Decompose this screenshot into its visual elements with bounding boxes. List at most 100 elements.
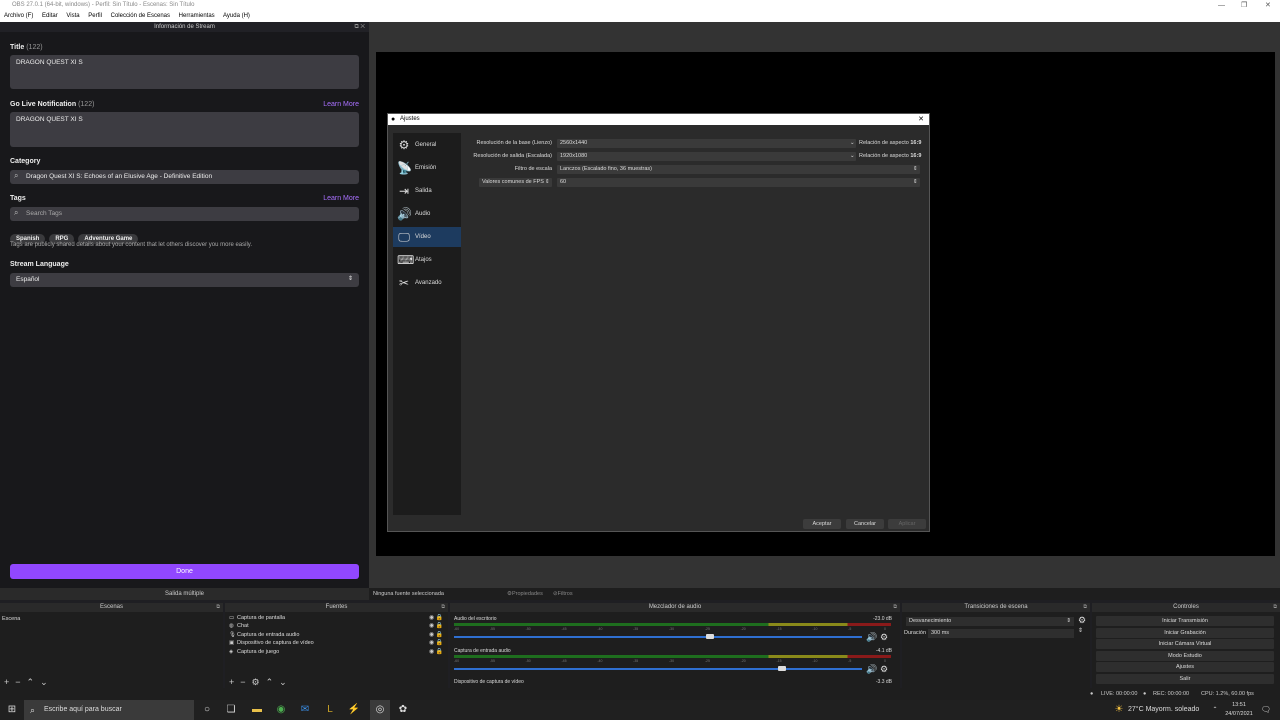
menu-coleccion-escenas[interactable]: Colección de Escenas bbox=[111, 13, 170, 19]
move-up-icon[interactable]: ⌃ bbox=[27, 677, 35, 687]
remove-icon[interactable]: − bbox=[240, 677, 245, 687]
add-icon[interactable]: + bbox=[229, 677, 234, 687]
transition-type-select[interactable]: Desvanecimiento ⇕ bbox=[906, 617, 1074, 626]
start-virtual-camera-button[interactable]: Iniciar Cámara Virtual bbox=[1096, 639, 1274, 649]
fps-type-select[interactable]: Valores comunes de FPS bbox=[479, 178, 552, 187]
rec-indicator-icon: ● bbox=[1143, 691, 1147, 697]
gear-icon[interactable]: ⚙ bbox=[1078, 615, 1086, 626]
start-streaming-button[interactable]: Iniciar Transmisión bbox=[1096, 616, 1274, 626]
menu-ayuda[interactable]: Ayuda (H) bbox=[223, 13, 250, 19]
menu-perfil[interactable]: Perfil bbox=[88, 13, 102, 19]
source-item[interactable]: ▭ Captura de pantalla ◉ 🔒 bbox=[229, 614, 443, 622]
stream-info-header: Información de Stream ⧉ ✕ bbox=[0, 22, 369, 32]
spin-arrows-icon[interactable]: ⇕ bbox=[1078, 627, 1083, 634]
menu-vista[interactable]: Vista bbox=[66, 13, 79, 19]
close-icon[interactable]: ✕ bbox=[918, 114, 924, 125]
sidebar-item-avanzado[interactable]: ✂ Avanzado bbox=[393, 273, 461, 293]
dock-float-icon[interactable]: ⧉ bbox=[893, 603, 897, 612]
close-icon[interactable]: ✕ bbox=[1265, 0, 1271, 11]
sidebar-item-atajos[interactable]: ⌨ Atajos bbox=[393, 250, 461, 270]
exit-button[interactable]: Salir bbox=[1096, 674, 1274, 684]
dock-float-icon[interactable]: ⧉ bbox=[441, 603, 445, 612]
title-input[interactable]: DRAGON QUEST XI S bbox=[10, 55, 359, 89]
weather-text[interactable]: 27°C Mayorm. soleado bbox=[1128, 700, 1208, 720]
window-title: OBS 27.0.1 (64-bit, windows) - Perfil: S… bbox=[12, 2, 195, 8]
menu-editar[interactable]: Editar bbox=[42, 13, 58, 19]
multi-output-dock-header: Salida múltiple bbox=[0, 588, 369, 600]
dock-float-icon[interactable]: ⧉ bbox=[216, 603, 220, 612]
sidebar-item-audio[interactable]: 🔊 Audio bbox=[393, 204, 461, 224]
notifications-icon[interactable]: 🗨 bbox=[1259, 700, 1273, 720]
source-item[interactable]: ◈ Captura de juego ◉ 🔒 bbox=[229, 648, 443, 656]
scenes-toolbar: + − ⌃ ⌄ bbox=[0, 677, 223, 688]
obs-icon[interactable]: ◎ bbox=[370, 700, 390, 720]
category-input[interactable]: ⌕ Dragon Quest XI S: Echoes of an Elusiv… bbox=[10, 170, 359, 184]
gamepad-icon: ◈ bbox=[229, 649, 234, 655]
source-item[interactable]: ▣ Dispositivo de captura de vídeo ◉ 🔒 bbox=[229, 639, 443, 647]
scale-filter-label: Filtro de escala bbox=[514, 166, 552, 172]
notification-input[interactable]: DRAGON QUEST XI S bbox=[10, 112, 359, 147]
dock-float-icon[interactable]: ⧉ bbox=[1273, 603, 1277, 612]
speaker-icon[interactable]: 🔊 bbox=[866, 664, 877, 675]
tags-learn-more-link[interactable]: Learn More bbox=[323, 195, 359, 202]
remove-icon[interactable]: − bbox=[15, 677, 20, 687]
speaker-icon[interactable]: 🔊 bbox=[866, 632, 877, 643]
properties-button[interactable]: ⚙Propiedades bbox=[507, 588, 543, 600]
task-view-icon[interactable]: ❏ bbox=[224, 700, 238, 720]
tags-placeholder: Search Tags bbox=[26, 210, 63, 217]
cortana-icon[interactable]: ○ bbox=[200, 700, 214, 720]
app-red-icon[interactable]: ⚡ bbox=[347, 700, 361, 720]
sidebar-item-video[interactable]: 🖵 Vídeo bbox=[393, 227, 461, 247]
dock-float-icon[interactable]: ⧉ bbox=[1083, 603, 1087, 612]
no-source-label: Ninguna fuente seleccionada bbox=[373, 591, 444, 597]
menu-archivo[interactable]: Archivo (F) bbox=[4, 13, 33, 19]
duration-spinbox[interactable]: 300 ms bbox=[928, 629, 1074, 638]
volume-slider[interactable] bbox=[454, 666, 862, 671]
move-up-icon[interactable]: ⌃ bbox=[266, 677, 274, 687]
accept-button[interactable]: Aceptar bbox=[803, 519, 841, 529]
taskbar-search-input[interactable]: ⌕ Escribe aquí para buscar bbox=[24, 700, 194, 720]
base-resolution-select[interactable]: 2560x1440 bbox=[557, 139, 856, 148]
tags-search-input[interactable]: ⌕ Search Tags bbox=[10, 207, 359, 221]
output-resolution-select[interactable]: 1920x1080 bbox=[557, 152, 856, 161]
volume-slider-knob[interactable] bbox=[778, 666, 786, 671]
scene-item[interactable]: Escena bbox=[2, 615, 20, 623]
apply-button[interactable]: Aplicar bbox=[888, 519, 926, 529]
gear-icon[interactable]: ⚙ bbox=[880, 664, 888, 675]
cancel-button[interactable]: Cancelar bbox=[846, 519, 884, 529]
gear-icon[interactable]: ⚙ bbox=[252, 677, 260, 687]
source-item[interactable]: 🎙Captura de entrada audio ◉ 🔒 bbox=[229, 631, 443, 639]
language-select[interactable]: Español ⇕ bbox=[10, 273, 359, 287]
minimize-icon[interactable]: — bbox=[1218, 0, 1225, 11]
league-icon[interactable]: L bbox=[323, 700, 337, 720]
visibility-lock-icons: ◉ 🔒 bbox=[429, 640, 444, 646]
tray-chevron-icon[interactable]: ⌃ bbox=[1210, 700, 1220, 720]
scale-filter-select[interactable]: Lanczos (Escalado fino, 36 muestras) bbox=[557, 165, 920, 174]
volume-slider-knob[interactable] bbox=[706, 634, 714, 639]
source-item[interactable]: ◍ Chat ◉ 🔒 bbox=[229, 622, 443, 630]
app-icon[interactable]: ✿ bbox=[396, 700, 410, 720]
filters-button[interactable]: ⊘Filtros bbox=[553, 588, 573, 600]
fps-value-select[interactable]: 60 bbox=[557, 178, 920, 187]
studio-mode-button[interactable]: Modo Estudio bbox=[1096, 651, 1274, 661]
maximize-icon[interactable]: ❐ bbox=[1241, 0, 1247, 11]
done-button[interactable]: Done bbox=[10, 564, 359, 579]
notification-learn-more-link[interactable]: Learn More bbox=[323, 101, 359, 108]
start-recording-button[interactable]: Iniciar Grabación bbox=[1096, 628, 1274, 638]
microphone-icon: 🎙 bbox=[229, 632, 236, 638]
settings-button[interactable]: Ajustes bbox=[1096, 662, 1274, 672]
windows-start-icon[interactable]: ⊞ bbox=[4, 700, 20, 720]
chrome-icon[interactable]: ◉ bbox=[274, 700, 288, 720]
dock-float-close-icon[interactable]: ⧉ ✕ bbox=[354, 22, 365, 32]
move-down-icon[interactable]: ⌄ bbox=[40, 677, 48, 687]
clock[interactable]: 13:51 24/07/2021 bbox=[1221, 700, 1257, 720]
file-explorer-icon[interactable]: ▬ bbox=[250, 700, 264, 720]
gear-icon[interactable]: ⚙ bbox=[880, 632, 888, 643]
settings-dialog: ● Ajustes ✕ ⚙ General 📡 Emisión ⇥ Salida 🔊 A… bbox=[387, 113, 930, 532]
menu-herramientas[interactable]: Herramientas bbox=[179, 13, 215, 19]
meter-tick-label: -20 bbox=[740, 627, 746, 631]
move-down-icon[interactable]: ⌄ bbox=[279, 677, 287, 687]
mail-icon[interactable]: ✉ bbox=[298, 700, 312, 720]
add-icon[interactable]: + bbox=[4, 677, 9, 687]
volume-slider[interactable] bbox=[454, 634, 862, 639]
